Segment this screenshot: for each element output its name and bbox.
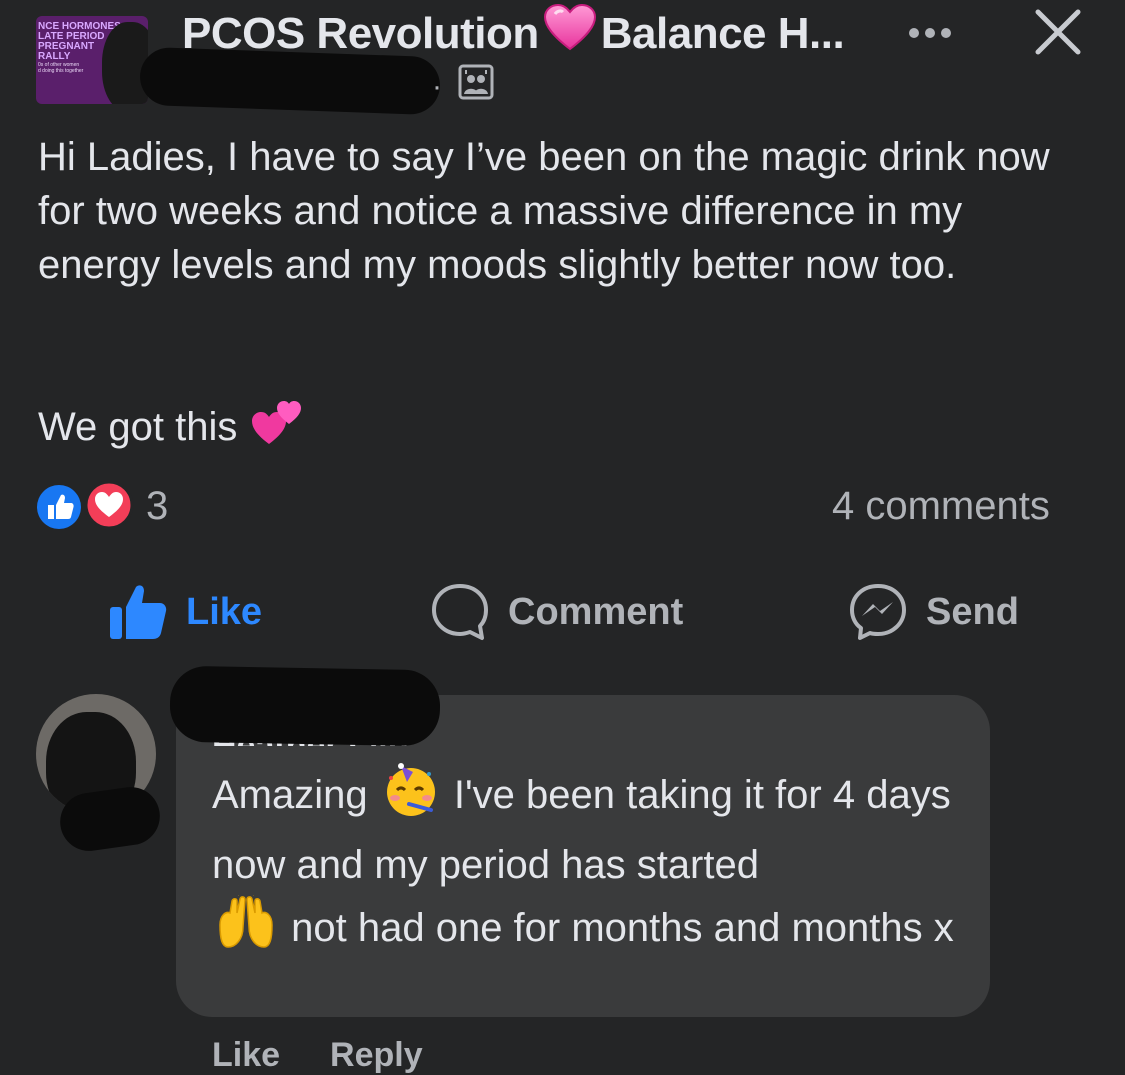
close-button[interactable] bbox=[1030, 4, 1086, 60]
commenter-name-redaction bbox=[169, 665, 441, 747]
messenger-icon bbox=[850, 584, 906, 640]
post-closing-line: We got this bbox=[38, 398, 303, 462]
like-button[interactable]: Like bbox=[108, 582, 262, 642]
more-dot bbox=[941, 28, 951, 38]
comment-button[interactable]: Comment bbox=[430, 582, 683, 642]
post-closing-text: We got this bbox=[38, 405, 238, 449]
more-dots-icon bbox=[909, 28, 919, 38]
reaction-count[interactable]: 3 bbox=[146, 484, 168, 529]
comment-text-part1: Amazing bbox=[212, 773, 368, 817]
like-reaction-icon[interactable] bbox=[36, 484, 82, 530]
author-name-redaction bbox=[139, 46, 441, 116]
author-avatar-overlay bbox=[102, 22, 148, 104]
raising-hands-icon bbox=[216, 889, 276, 968]
group-name-part2: Balance H... bbox=[600, 9, 845, 58]
pink-heart-icon bbox=[543, 3, 597, 63]
more-options-button[interactable] bbox=[900, 18, 960, 48]
comment-text: Amazing I've been taking it for 4 days n… bbox=[212, 762, 972, 968]
comment-bubble-icon bbox=[432, 584, 488, 640]
love-reaction-icon[interactable] bbox=[84, 480, 134, 530]
like-button-label: Like bbox=[186, 590, 263, 633]
two-hearts-icon bbox=[251, 398, 303, 462]
send-button-label: Send bbox=[926, 590, 1019, 633]
partying-face-icon bbox=[383, 762, 439, 835]
comment-button-label: Comment bbox=[508, 590, 684, 633]
post-body-paragraph: Hi Ladies, I have to say I’ve been on th… bbox=[38, 135, 1050, 287]
post-text: Hi Ladies, I have to say I’ve been on th… bbox=[38, 130, 1088, 292]
close-icon bbox=[1035, 9, 1081, 55]
more-dot bbox=[925, 28, 935, 38]
group-members-icon[interactable] bbox=[458, 64, 494, 100]
meta-separator: · bbox=[432, 70, 442, 103]
send-button[interactable]: Send bbox=[848, 582, 1019, 642]
comment-text-part3: not had one for months and months x bbox=[291, 906, 954, 950]
comments-count-link[interactable]: 4 comments bbox=[832, 484, 1050, 529]
group-avatar[interactable]: NCE HORMONES LATE PERIOD PREGNANT RALLY … bbox=[36, 16, 148, 104]
thumbs-up-icon bbox=[110, 585, 167, 639]
